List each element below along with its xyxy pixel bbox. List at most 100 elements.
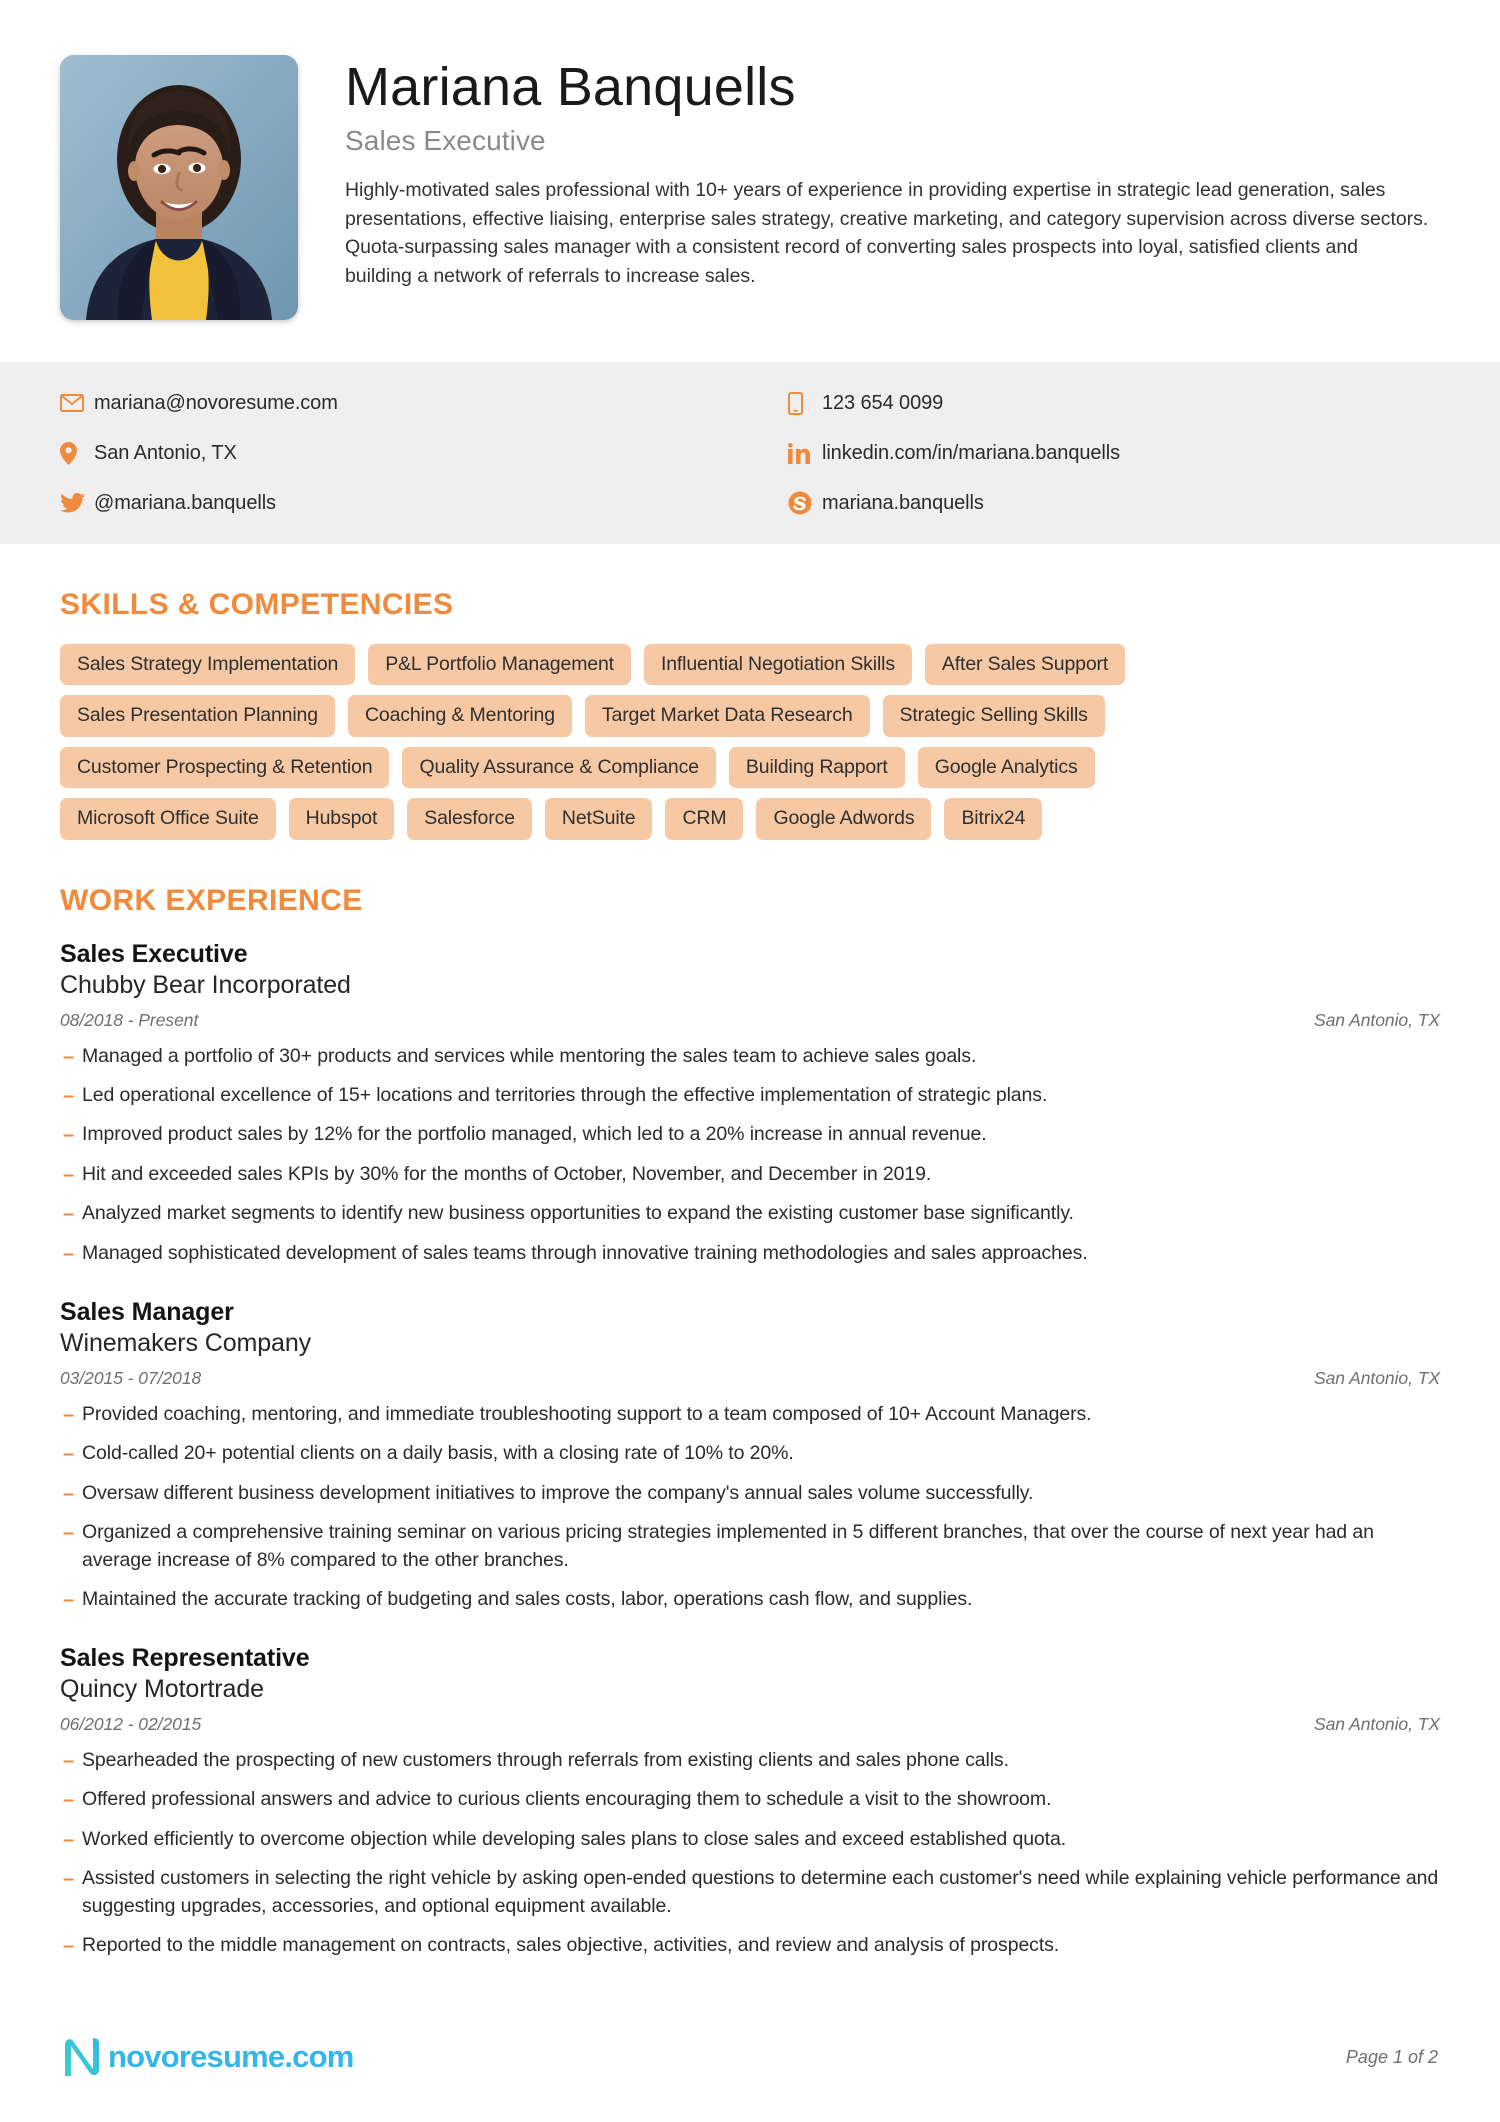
contact-item-skype[interactable]: mariana.banquells [788,488,1440,518]
skill-tag[interactable]: Coaching & Mentoring [347,695,572,737]
page-title: Mariana Banquells [345,57,796,117]
job-company: Quincy Motortrade [60,1674,264,1703]
bullet-dash-icon: – [63,1443,75,1466]
job-dates: 06/2012 - 02/2015 [60,1713,202,1734]
bullet-dash-icon: – [63,1124,75,1147]
bullet-dash-icon: – [63,1163,75,1186]
job-bullet: – Maintained the accurate tracking of bud… [60,1586,1440,1614]
contact-item-phone[interactable]: 123 654 0099 [788,388,1440,418]
bullet-text: Assisted customers in selecting the righ… [82,1867,1439,1917]
job-bullet: – Reported to the middle management on co… [60,1932,1440,1960]
bullet-text: Worked efficiently to overcome objection… [82,1827,1067,1850]
contact-item-email[interactable]: mariana@novoresume.com [60,388,780,418]
profile-summary: Highly-motivated sales professional with… [345,179,1429,287]
skill-tag[interactable]: Influential Negotiation Skills [643,644,912,686]
skill-tag[interactable]: Building Rapport [728,746,905,789]
job-entry: Sales Executive Chubby Bear Incorporated… [60,940,1440,1268]
skills-section-title: SKILLS & COMPETENCIES [60,588,454,621]
skills-section: SKILLS & COMPETENCIES Sales Strategy Imp… [0,588,1500,840]
profile-job-title: Sales Executive [345,125,546,157]
email-icon [60,394,94,412]
job-company: Chubby Bear Incorporated [60,970,351,999]
bullet-dash-icon: – [63,1085,75,1108]
job-role: Sales Representative [60,1643,310,1672]
novoresume-n-icon [65,2038,99,2076]
novoresume-logo-text: novoresume.com [108,2039,354,2074]
bullet-dash-icon: – [63,1934,75,1957]
bullet-text: Oversaw different business development i… [82,1481,1034,1504]
job-bullet-list: – Spearheaded the prospecting of new cust… [60,1747,1440,1960]
bullet-dash-icon: – [63,1404,75,1427]
skype-icon [788,491,822,515]
skill-tag[interactable]: Target Market Data Research [584,695,870,737]
email-value: mariana@novoresume.com [94,391,338,414]
job-entry: Sales Manager Winemakers Company 03/2015… [60,1298,1440,1614]
contact-item-location[interactable]: San Antonio, TX [60,438,780,468]
bullet-dash-icon: – [63,1045,75,1068]
skill-tag[interactable]: Sales Strategy Implementation [60,644,356,686]
work-experience-section: WORK EXPERIENCE Sales Executive Chubby B… [0,884,1500,2080]
bullet-dash-icon: – [63,1482,75,1505]
work-section-title: WORK EXPERIENCE [60,883,363,917]
job-meta: 03/2015 - 07/2018 San Antonio, TX [60,1368,1440,1389]
bullet-dash-icon: – [63,1828,75,1851]
skill-tag[interactable]: Microsoft Office Suite [60,798,276,840]
skill-tag[interactable]: Hubspot [288,798,395,840]
avatar-image [60,55,298,320]
bullet-dash-icon: – [63,1749,75,1772]
skill-tag[interactable]: Quality Assurance & Compliance [402,746,716,789]
twitter-value: @mariana.banquells [94,491,276,514]
job-bullet: – Provided coaching, mentoring, and immed… [60,1401,1440,1429]
contact-column-left: mariana@novoresume.com San Antonio, TX @… [60,388,780,518]
contact-item-twitter[interactable]: @mariana.banquells [60,488,780,518]
job-dates: 08/2018 - Present [60,1009,199,1030]
skill-tag[interactable]: Sales Presentation Planning [60,695,335,737]
bullet-text: Maintained the accurate tracking of budg… [82,1587,973,1610]
job-bullet-list: – Managed a portfolio of 30+ products and… [60,1043,1440,1268]
phone-value: 123 654 0099 [822,391,944,414]
job-role: Sales Executive [60,939,248,968]
skill-tag[interactable]: CRM [665,798,744,840]
skill-tag[interactable]: After Sales Support [924,644,1126,686]
skill-tag[interactable]: Google Analytics [917,746,1095,789]
job-entry: Sales Representative Quincy Motortrade 0… [60,1644,1440,1960]
job-bullet: – Improved product sales by 12% for the p… [60,1121,1440,1149]
job-company: Winemakers Company [60,1329,312,1358]
bullet-text: Managed sophisticated development of sal… [82,1241,1088,1264]
skills-row: Sales Strategy Implementation P&L Portfo… [60,644,1440,686]
skill-tag[interactable]: P&L Portfolio Management [368,644,631,686]
skill-tag[interactable]: Salesforce [407,798,532,840]
novoresume-logo[interactable]: novoresume.com [62,2036,354,2078]
bullet-text: Cold-called 20+ potential clients on a d… [82,1442,794,1465]
phone-icon [788,391,822,415]
bullet-dash-icon: – [63,1789,75,1812]
skill-tag[interactable]: Strategic Selling Skills [882,695,1105,737]
job-bullet: – Managed sophisticated development of sa… [60,1240,1440,1268]
bullet-text: Led operational excellence of 15+ locati… [82,1084,1048,1107]
bullet-text: Reported to the middle management on con… [82,1933,1060,1956]
skills-row: Microsoft Office Suite Hubspot Salesforc… [60,798,1440,840]
job-bullet: – Managed a portfolio of 30+ products and… [60,1043,1440,1071]
skill-tag[interactable]: Bitrix24 [944,798,1043,840]
skill-tag[interactable]: Google Adwords [756,798,932,840]
job-meta: 06/2012 - 02/2015 San Antonio, TX [60,1714,1440,1735]
skills-row: Sales Presentation Planning Coaching & M… [60,695,1440,737]
contact-bar: mariana@novoresume.com San Antonio, TX @… [0,362,1500,544]
bullet-text: Managed a portfolio of 30+ products and … [82,1044,977,1067]
skills-row: Customer Prospecting & Retention Quality… [60,746,1440,789]
skill-tag[interactable]: Customer Prospecting & Retention [60,746,390,789]
bullet-text: Hit and exceeded sales KPIs by 30% for t… [82,1162,932,1185]
linkedin-value: linkedin.com/in/mariana.banquells [822,441,1120,464]
job-bullet: – Assisted customers in selecting the rig… [60,1865,1440,1920]
page-footer: novoresume.com Page 1 of 2 [0,2036,1500,2078]
contact-item-linkedin[interactable]: linkedin.com/in/mariana.banquells [788,438,1440,468]
job-bullet: – Led operational excellence of 15+ locat… [60,1082,1440,1110]
bullet-text: Spearheaded the prospecting of new custo… [82,1748,1009,1771]
job-location: San Antonio, TX [1313,1713,1440,1734]
skype-value: mariana.banquells [822,491,984,514]
bullet-text: Organized a comprehensive training semin… [82,1521,1374,1571]
job-bullet: – Oversaw different business development … [60,1480,1440,1508]
profile-photo [60,55,298,320]
skill-tag[interactable]: NetSuite [544,798,653,840]
location-pin-icon [60,441,94,465]
